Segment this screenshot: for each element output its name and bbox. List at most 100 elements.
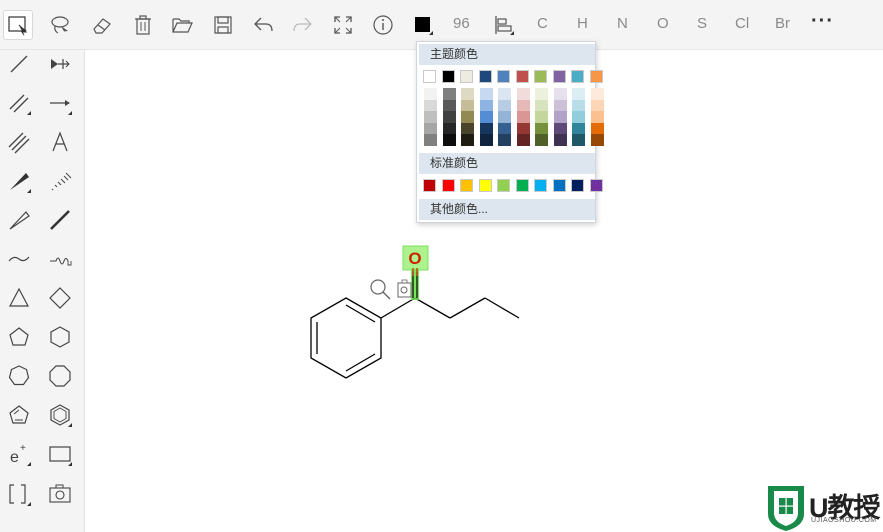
hexagon-button[interactable] [46, 323, 74, 351]
text-tool-button[interactable] [46, 128, 74, 156]
theme-shade-swatch[interactable] [461, 122, 474, 134]
element-button-cl[interactable]: Cl [735, 15, 749, 32]
theme-shade-swatch[interactable] [424, 99, 437, 111]
standard-color-swatch[interactable] [552, 179, 566, 192]
theme-shade-swatch[interactable] [479, 88, 493, 100]
redo-button[interactable] [288, 10, 318, 40]
theme-shade-swatch[interactable] [572, 134, 585, 146]
element-button-c[interactable]: C [537, 15, 548, 32]
element-button-br[interactable]: Br [775, 15, 790, 32]
standard-color-swatch[interactable] [460, 179, 473, 192]
theme-shade-swatch[interactable] [498, 88, 511, 100]
theme-color-swatch[interactable] [552, 70, 566, 83]
more-colors-button[interactable]: 其他颜色... [419, 199, 595, 220]
theme-shade-swatch[interactable] [479, 99, 493, 111]
move-arrow-button[interactable] [46, 50, 74, 78]
delete-button[interactable] [128, 10, 158, 40]
theme-shade-swatch[interactable] [553, 111, 567, 123]
cyclopentadiene-button[interactable] [5, 401, 33, 429]
theme-color-swatch[interactable] [460, 70, 473, 83]
theme-shade-swatch[interactable] [442, 88, 456, 100]
font-size-value[interactable]: 96 [453, 15, 470, 32]
align-button[interactable] [488, 10, 518, 40]
bold-bond-button[interactable] [46, 206, 74, 234]
theme-color-swatch[interactable] [515, 70, 529, 83]
info-button[interactable] [368, 10, 398, 40]
single-bond-button[interactable] [5, 50, 33, 78]
theme-shade-swatch[interactable] [479, 134, 493, 146]
theme-shade-swatch[interactable] [498, 99, 511, 111]
pentagon-button[interactable] [5, 323, 33, 351]
theme-shade-swatch[interactable] [424, 122, 437, 134]
standard-color-swatch[interactable] [441, 179, 455, 192]
element-button-o[interactable]: O [657, 15, 669, 32]
theme-shade-swatch[interactable] [535, 99, 548, 111]
select-tool-button[interactable] [3, 10, 33, 40]
theme-shade-swatch[interactable] [442, 99, 456, 111]
standard-color-swatch[interactable] [589, 179, 603, 192]
theme-color-swatch[interactable] [441, 70, 455, 83]
theme-shade-swatch[interactable] [553, 122, 567, 134]
theme-color-swatch[interactable] [497, 70, 510, 83]
theme-shade-swatch[interactable] [498, 111, 511, 123]
theme-shade-swatch[interactable] [590, 111, 604, 123]
theme-shade-swatch[interactable] [479, 122, 493, 134]
double-bond-button[interactable] [5, 89, 33, 117]
octagon-button[interactable] [46, 362, 74, 390]
theme-color-swatch[interactable] [423, 70, 436, 83]
wavy-bond-button[interactable] [46, 245, 74, 273]
theme-shade-swatch[interactable] [424, 111, 437, 123]
triple-bond-button[interactable] [5, 128, 33, 156]
theme-color-swatch[interactable] [589, 70, 603, 83]
open-file-button[interactable] [167, 10, 197, 40]
screenshot-button[interactable] [46, 480, 74, 508]
benzene-button[interactable] [46, 401, 74, 429]
carbon-chain[interactable] [380, 297, 520, 319]
theme-shade-swatch[interactable] [442, 111, 456, 123]
eraser-button[interactable] [87, 10, 117, 40]
theme-shade-swatch[interactable] [572, 99, 585, 111]
theme-shade-swatch[interactable] [572, 122, 585, 134]
standard-color-swatch[interactable] [571, 179, 584, 192]
theme-shade-swatch[interactable] [516, 88, 530, 100]
theme-shade-swatch[interactable] [498, 134, 511, 146]
theme-shade-swatch[interactable] [424, 88, 437, 100]
wedge-bond-button[interactable] [5, 167, 33, 195]
theme-shade-swatch[interactable] [516, 99, 530, 111]
more-options-button[interactable]: ··· [811, 10, 834, 33]
theme-shade-swatch[interactable] [461, 99, 474, 111]
heptagon-button[interactable] [5, 362, 33, 390]
theme-shade-swatch[interactable] [572, 111, 585, 123]
charge-button[interactable]: e + [5, 440, 33, 468]
theme-shade-swatch[interactable] [424, 134, 437, 146]
zoom-hover-icon[interactable] [370, 279, 391, 300]
oxygen-atom-label[interactable]: O [408, 249, 421, 268]
theme-shade-swatch[interactable] [590, 88, 604, 100]
camera-hover-icon[interactable] [397, 279, 412, 298]
hollow-wedge-button[interactable] [5, 206, 33, 234]
standard-color-swatch[interactable] [497, 179, 510, 192]
theme-shade-swatch[interactable] [590, 99, 604, 111]
standard-color-swatch[interactable] [515, 179, 529, 192]
rectangle-button[interactable] [46, 440, 74, 468]
theme-color-swatch[interactable] [534, 70, 547, 83]
standard-color-swatch[interactable] [423, 179, 436, 192]
theme-shade-swatch[interactable] [461, 134, 474, 146]
element-button-n[interactable]: N [617, 15, 628, 32]
benzene-ring[interactable] [310, 297, 382, 379]
square-ring-button[interactable] [46, 284, 74, 312]
save-button[interactable] [208, 10, 238, 40]
element-button-s[interactable]: S [697, 15, 707, 32]
fit-screen-button[interactable] [328, 10, 358, 40]
theme-shade-swatch[interactable] [590, 134, 604, 146]
theme-shade-swatch[interactable] [498, 122, 511, 134]
theme-shade-swatch[interactable] [553, 88, 567, 100]
color-picker-button[interactable] [408, 10, 438, 40]
theme-shade-swatch[interactable] [535, 122, 548, 134]
theme-color-swatch[interactable] [571, 70, 584, 83]
theme-shade-swatch[interactable] [461, 88, 474, 100]
undo-button[interactable] [248, 10, 278, 40]
theme-shade-swatch[interactable] [535, 134, 548, 146]
triangle-button[interactable] [5, 284, 33, 312]
standard-color-swatch[interactable] [478, 179, 492, 192]
